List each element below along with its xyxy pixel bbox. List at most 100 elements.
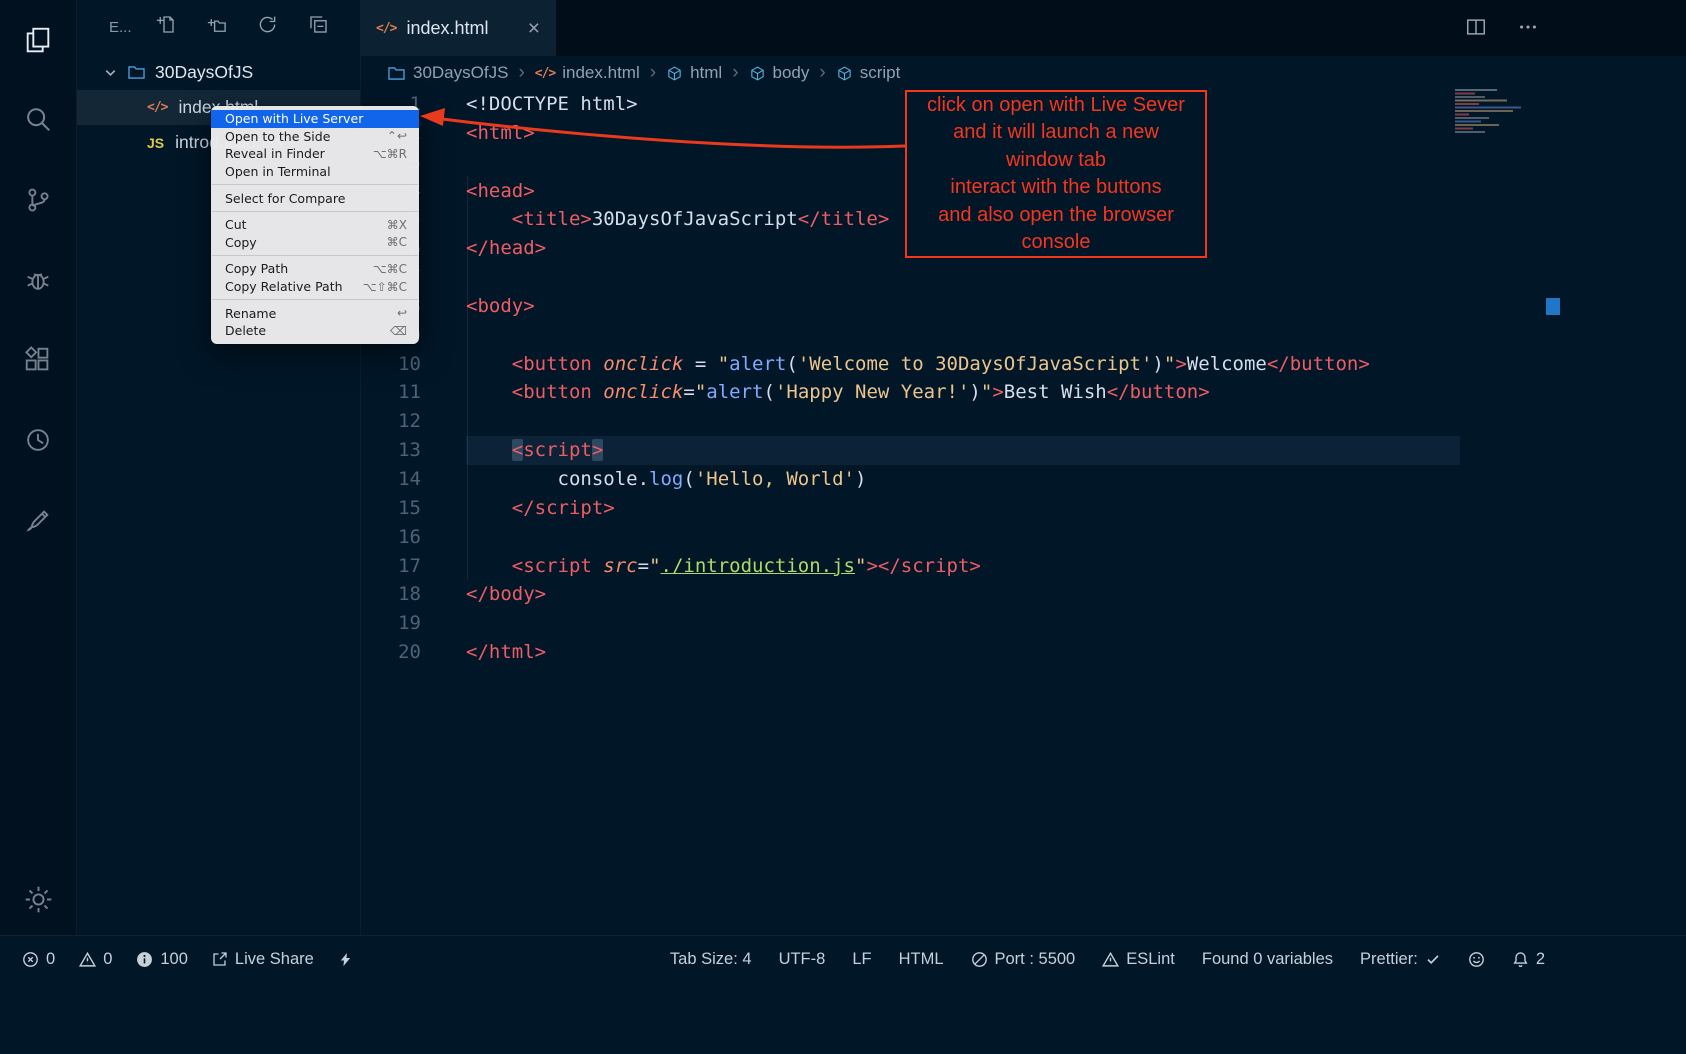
status-warnings[interactable]: 0 (79, 950, 112, 969)
line-content[interactable]: <button onclick = "alert('Welcome to 30D… (466, 350, 1370, 379)
breadcrumb-30daysofjs[interactable]: 30DaysOfJS (387, 63, 508, 83)
breadcrumb-index-html[interactable]: </>index.html (535, 63, 640, 83)
activity-feedback-pen[interactable] (0, 480, 76, 560)
status-eol[interactable]: LF (852, 950, 871, 969)
status-live-server-port[interactable]: Port : 5500 (971, 950, 1076, 969)
activity-history[interactable] (0, 400, 76, 480)
new-file-button[interactable] (155, 14, 176, 40)
menu-item-rename[interactable]: Rename↩ (211, 304, 419, 322)
code-line-18[interactable]: 18 </body> (360, 580, 1686, 609)
line-content[interactable]: <!DOCTYPE html> (466, 90, 638, 119)
activity-run-debug[interactable] (0, 240, 76, 320)
code-file-icon: </> (376, 21, 396, 36)
breadcrumb-script[interactable]: script (836, 63, 901, 83)
line-number: 11 (360, 378, 421, 407)
code-line-8[interactable]: 8<body> (360, 292, 1686, 321)
breadcrumb-label: 30DaysOfJS (413, 63, 508, 83)
menu-item-shortcut: ⌘C (387, 235, 407, 249)
status-language-mode[interactable]: HTML (899, 950, 944, 969)
code-line-17[interactable]: 17 <script src="./introduction.js"></scr… (360, 552, 1686, 581)
line-content[interactable]: </head> (466, 234, 546, 263)
status-feedback-smiley[interactable] (1468, 951, 1485, 968)
status-encoding[interactable]: UTF-8 (779, 950, 826, 969)
collapse-folders-button[interactable] (308, 14, 329, 40)
line-content[interactable]: <title>30DaysOfJavaScript</title> (466, 205, 889, 234)
line-number: 14 (360, 465, 421, 494)
code-line-16[interactable]: 16 (360, 523, 1686, 552)
status-live-share[interactable]: Live Share (212, 950, 314, 969)
status-variables-found[interactable]: Found 0 variables (1202, 950, 1333, 969)
breadcrumb-html[interactable]: html (666, 63, 722, 83)
tree-root-folder[interactable]: 30DaysOfJS (76, 54, 360, 90)
line-content[interactable]: <script src="./introduction.js"></script… (466, 552, 981, 581)
portslash-icon (971, 951, 988, 968)
menu-item-open-in-terminal[interactable]: Open in Terminal (211, 163, 419, 181)
minimap[interactable] (1455, 88, 1543, 140)
status-label: HTML (899, 950, 944, 969)
line-content[interactable]: </script> (466, 494, 615, 523)
line-number: 18 (360, 580, 421, 609)
menu-item-select-for-compare[interactable]: Select for Compare (211, 189, 419, 207)
code-file-icon: </> (535, 66, 555, 81)
line-content[interactable]: </html> (466, 638, 546, 667)
status-quick-action[interactable] (338, 952, 353, 967)
code-line-7[interactable]: 7 (360, 263, 1686, 292)
debug-icon (23, 265, 53, 295)
activity-extensions[interactable] (0, 320, 76, 400)
status-info-metric[interactable]: 100 (136, 950, 188, 969)
line-number: 13 (360, 436, 421, 465)
check-icon (1425, 951, 1441, 967)
menu-item-copy-path[interactable]: Copy Path⌥⌘C (211, 260, 419, 278)
menu-item-delete[interactable]: Delete⌫ (211, 322, 419, 340)
code-line-14[interactable]: 14 console.log('Hello, World') (360, 465, 1686, 494)
split-editor-button[interactable] (1465, 16, 1487, 43)
line-content[interactable]: <button onclick="alert('Happy New Year!'… (466, 378, 1210, 407)
menu-item-cut[interactable]: Cut⌘X (211, 216, 419, 234)
code-line-12[interactable]: 12 (360, 407, 1686, 436)
code-line-20[interactable]: 20</html> (360, 638, 1686, 667)
code-line-9[interactable]: 9 (360, 321, 1686, 350)
code-line-19[interactable]: 19 (360, 609, 1686, 638)
code-line-11[interactable]: 11 <button onclick="alert('Happy New Yea… (360, 378, 1686, 407)
infocircle-icon (136, 951, 153, 968)
status-eslint[interactable]: ESLint (1102, 950, 1175, 969)
code-line-13[interactable]: 13 <script> (360, 436, 1686, 465)
activity-settings[interactable] (0, 859, 76, 939)
activity-explorer[interactable] (0, 0, 76, 80)
breadcrumb-body[interactable]: body (749, 63, 810, 83)
status-label: Live Share (235, 950, 314, 969)
more-actions-button[interactable] (1517, 16, 1539, 43)
status-label: Prettier: (1360, 950, 1418, 969)
annotation-line: click on open with Live Sever (907, 92, 1205, 120)
line-content[interactable]: <script> (466, 436, 1460, 465)
close-tab-icon[interactable]: × (528, 18, 540, 39)
status-tab-size[interactable]: Tab Size: 4 (670, 950, 752, 969)
tab-index-html[interactable]: </> index.html × (360, 0, 557, 56)
activity-source-control[interactable] (0, 160, 76, 240)
menu-item-copy[interactable]: Copy⌘C (211, 234, 419, 252)
line-content[interactable]: <html> (466, 119, 535, 148)
code-line-15[interactable]: 15 </script> (360, 494, 1686, 523)
annotation-line: window tab (907, 147, 1205, 175)
menu-item-open-with-live-server[interactable]: Open with Live Server (211, 110, 419, 128)
line-content[interactable]: </body> (466, 580, 546, 609)
line-content[interactable]: <head> (466, 177, 535, 206)
menu-item-copy-relative-path[interactable]: Copy Relative Path⌥⇧⌘C (211, 278, 419, 296)
warntri-icon (1102, 951, 1119, 968)
menu-item-reveal-in-finder[interactable]: Reveal in Finder⌥⌘R (211, 145, 419, 163)
activity-search[interactable] (0, 80, 76, 160)
status-notifications[interactable]: 2 (1512, 950, 1545, 969)
file-type-icon: </> (147, 100, 167, 115)
menu-item-open-to-the-side[interactable]: Open to the Side⌃↩ (211, 128, 419, 146)
status-errors[interactable]: 0 (22, 950, 55, 969)
new-folder-button[interactable] (206, 14, 227, 40)
code-line-10[interactable]: 10 <button onclick = "alert('Welcome to … (360, 350, 1686, 379)
refresh-icon (257, 14, 278, 35)
split-icon (1465, 16, 1487, 38)
line-content[interactable]: console.log('Hello, World') (466, 465, 866, 494)
breadcrumb-label: script (860, 63, 901, 83)
breadcrumb: 30DaysOfJS›</>index.html›html›body›scrip… (360, 56, 900, 90)
status-prettier[interactable]: Prettier: (1360, 950, 1441, 969)
refresh-explorer-button[interactable] (257, 14, 278, 40)
line-content[interactable]: <body> (466, 292, 535, 321)
